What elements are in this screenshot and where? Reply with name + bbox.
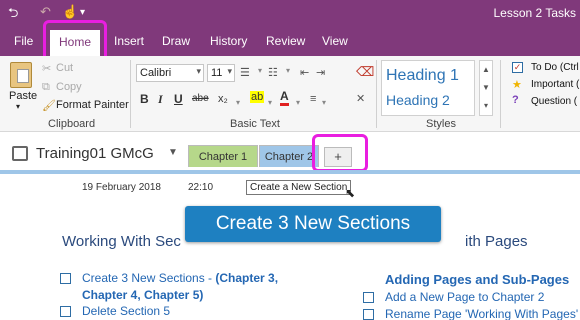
font-name-value: Calibri: [140, 67, 172, 79]
list-item-text: Create 3 New Sections -: [82, 271, 216, 285]
group-separator: [376, 60, 377, 128]
chevron-down-icon[interactable]: ▾: [258, 66, 262, 75]
clipboard-group-label: Clipboard: [48, 118, 96, 130]
italic-button[interactable]: I: [158, 92, 163, 107]
clear-formatting-icon[interactable]: ⌫: [356, 64, 374, 80]
undo-icon[interactable]: ↶: [40, 4, 51, 20]
notebook-name[interactable]: Training01 GMcG: [36, 145, 154, 162]
list-item[interactable]: Rename Page 'Working With Pages': [385, 307, 578, 320]
star-icon: ★: [512, 79, 522, 91]
tag-important[interactable]: Important (: [531, 79, 579, 90]
numbering-icon[interactable]: ☷: [268, 66, 278, 79]
paste-button[interactable]: Paste: [9, 90, 37, 102]
scissors-icon: ✂: [42, 63, 52, 75]
mouse-cursor-icon: ⬉: [345, 186, 356, 200]
copy-button[interactable]: Copy: [56, 81, 82, 93]
styles-gallery[interactable]: Heading 1 Heading 2: [381, 60, 475, 116]
group-separator: [500, 60, 501, 128]
format-painter-icon: 🖌: [42, 100, 56, 112]
todo-checkbox[interactable]: [363, 292, 374, 303]
list-item[interactable]: Add a New Page to Chapter 2: [385, 290, 544, 304]
basic-text-group-label: Basic Text: [230, 118, 280, 130]
list-item[interactable]: Create 3 New Sections - (Chapter 3,: [82, 271, 278, 285]
page-time: 22:10: [188, 182, 214, 193]
section-tab-chapter-2[interactable]: Chapter 2: [259, 145, 319, 167]
styles-group-label: Styles: [426, 118, 456, 130]
chevron-down-icon[interactable]: ▾: [236, 98, 240, 107]
chevron-down-icon[interactable]: ▼: [168, 147, 178, 158]
question-icon: ?: [512, 94, 519, 106]
heading-working-with-pages[interactable]: ith Pages: [465, 233, 528, 250]
style-heading-2[interactable]: Heading 2: [386, 92, 450, 108]
font-size-value: 11: [211, 67, 223, 79]
chevron-down-icon[interactable]: ▾: [286, 66, 290, 75]
cut-button[interactable]: Cut: [56, 62, 73, 74]
heading-working-with-sections[interactable]: Working With Sec: [62, 233, 181, 250]
ribbon: Paste ▾ ✂ Cut ⧉ Copy 🖌 Format Painter Cl…: [0, 56, 580, 132]
paste-dropdown-icon[interactable]: ▾: [16, 102, 20, 111]
add-section-highlight: [312, 134, 368, 172]
chevron-down-icon: ▾: [196, 66, 201, 76]
subheading-adding-pages[interactable]: Adding Pages and Sub-Pages: [385, 272, 569, 287]
section-color-bar: [0, 170, 580, 174]
customize-qat-icon[interactable]: ▾: [80, 7, 85, 18]
group-separator: [130, 60, 131, 128]
page-date: 19 February 2018: [82, 182, 161, 193]
tooltip: Create a New Section: [246, 180, 352, 195]
notebook-icon: [12, 146, 28, 161]
tag-question[interactable]: Question (: [531, 96, 577, 107]
align-icon[interactable]: ≡: [310, 93, 316, 105]
tab-review[interactable]: Review: [266, 34, 305, 48]
style-heading-1[interactable]: Heading 1: [386, 67, 459, 85]
touch-mode-icon[interactable]: ☝: [62, 4, 78, 20]
tag-todo[interactable]: To Do (Ctrl: [531, 62, 579, 73]
back-icon[interactable]: ⮌: [8, 4, 18, 26]
underline-button[interactable]: U: [174, 92, 183, 106]
todo-checkbox-icon: ✓: [512, 62, 523, 73]
todo-checkbox[interactable]: [60, 273, 71, 284]
list-item[interactable]: Delete Section 5: [82, 304, 170, 318]
font-name-combo[interactable]: Calibri ▾: [136, 64, 204, 82]
highlight-button[interactable]: ab: [250, 91, 265, 103]
chevron-down-icon[interactable]: ▾: [322, 98, 326, 107]
todo-checkbox[interactable]: [60, 306, 71, 317]
bold-button[interactable]: B: [140, 92, 149, 106]
subscript-button[interactable]: x₂: [218, 93, 228, 105]
tab-view[interactable]: View: [322, 34, 348, 48]
styles-scroll[interactable]: ▲ ▼ ▾: [479, 60, 493, 116]
chevron-down-icon[interactable]: ▾: [296, 98, 300, 107]
list-item-bold-text: (Chapter 3,: [215, 271, 279, 285]
delete-icon[interactable]: ✕: [356, 92, 365, 105]
font-size-combo[interactable]: 11 ▾: [207, 64, 235, 82]
tab-history[interactable]: History: [210, 34, 247, 48]
callout-banner: Create 3 New Sections: [185, 206, 441, 242]
tab-draw[interactable]: Draw: [162, 34, 190, 48]
window-title: Lesson 2 Tasks: [493, 6, 577, 20]
paste-icon[interactable]: [10, 62, 32, 88]
chevron-down-icon: ▾: [227, 66, 232, 76]
todo-checkbox[interactable]: [363, 309, 374, 320]
strikethrough-button[interactable]: abe: [192, 93, 209, 104]
decrease-indent-icon[interactable]: ⇤: [300, 66, 309, 79]
chevron-down-icon[interactable]: ▾: [268, 98, 272, 107]
copy-icon: ⧉: [42, 81, 50, 93]
tab-insert[interactable]: Insert: [114, 34, 144, 48]
tab-file[interactable]: File: [14, 34, 33, 48]
list-item-continuation: Chapter 4, Chapter 5): [82, 288, 204, 302]
increase-indent-icon[interactable]: ⇥: [316, 66, 325, 79]
font-color-button[interactable]: A: [280, 90, 289, 106]
section-tab-chapter-1[interactable]: Chapter 1: [188, 145, 258, 167]
format-painter-button[interactable]: Format Painter: [56, 99, 129, 111]
bullets-icon[interactable]: ☰: [240, 66, 250, 79]
